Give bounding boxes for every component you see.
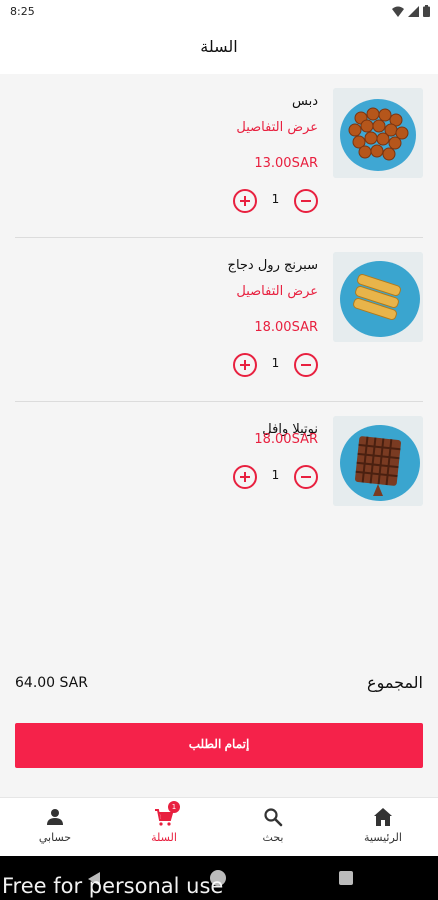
increase-quantity-button[interactable]	[233, 353, 257, 377]
quantity-value: 1	[271, 468, 280, 482]
cart-badge: 1	[168, 801, 180, 813]
product-image[interactable]	[333, 88, 423, 178]
quantity-value: 1	[271, 356, 280, 370]
quantity-stepper: 1	[233, 189, 318, 213]
nav-item-home[interactable]: الرئيسية	[343, 798, 423, 857]
nav-label: حسابي	[38, 831, 72, 844]
signal-icon	[408, 5, 419, 17]
increase-quantity-button[interactable]	[233, 465, 257, 489]
nutella-waffle-image	[333, 416, 423, 506]
cart-item: نوتيلا وافل 18.00SAR 1	[0, 402, 438, 567]
increase-quantity-button[interactable]	[233, 189, 257, 213]
nav-item-account[interactable]: حسابي	[15, 798, 95, 857]
nav-item-cart[interactable]: 1 السلة	[124, 798, 204, 857]
nav-label: الرئيسية	[364, 831, 402, 844]
total-value: 64.00 SAR	[15, 675, 88, 691]
cart-item: سبرنج رول دجاج عرض التفاصيل 18.00SAR 1	[0, 238, 438, 403]
item-price: 18.00SAR	[254, 432, 318, 447]
quantity-stepper: 1	[233, 465, 318, 489]
dbs-image	[333, 88, 423, 178]
decrease-quantity-button[interactable]	[294, 353, 318, 377]
checkout-button[interactable]: إتمام الطلب	[15, 723, 423, 768]
view-details-link[interactable]: عرض التفاصيل	[236, 120, 318, 135]
nav-label: السلة	[151, 831, 177, 844]
item-name: دبس	[292, 94, 318, 109]
cart-item: دبس عرض التفاصيل 13.00SAR 1	[0, 74, 438, 239]
view-details-link[interactable]: عرض التفاصيل	[236, 284, 318, 299]
status-bar: 8:25	[0, 0, 438, 24]
home-icon	[374, 808, 392, 826]
app-header: السلة	[0, 24, 438, 74]
item-price: 13.00SAR	[254, 156, 318, 171]
status-icons	[392, 5, 430, 17]
checkout-label: إتمام الطلب	[188, 737, 250, 751]
system-nav-bar: Free for personal use	[0, 856, 438, 900]
page-title: السلة	[200, 37, 238, 56]
total-row: 64.00 SAR المجموع	[0, 670, 438, 700]
item-name: سبرنج رول دجاج	[227, 258, 318, 273]
status-time: 8:25	[10, 5, 35, 18]
battery-icon	[423, 5, 430, 17]
item-price: 18.00SAR	[254, 320, 318, 335]
decrease-quantity-button[interactable]	[294, 189, 318, 213]
bottom-nav: حسابي 1 السلة بحث الرئيسية	[0, 797, 438, 856]
quantity-value: 1	[271, 192, 280, 206]
product-image[interactable]	[333, 416, 423, 506]
quantity-stepper: 1	[233, 353, 318, 377]
search-icon	[264, 808, 283, 827]
wifi-icon	[392, 6, 404, 17]
decrease-quantity-button[interactable]	[294, 465, 318, 489]
person-icon	[47, 809, 63, 825]
recents-icon[interactable]	[339, 871, 353, 885]
nav-item-search[interactable]: بحث	[233, 798, 313, 857]
watermark: Free for personal use	[2, 874, 224, 898]
product-image[interactable]	[333, 252, 423, 342]
nav-label: بحث	[262, 831, 284, 844]
total-label: المجموع	[367, 673, 423, 692]
spring-roll-image	[333, 252, 423, 342]
